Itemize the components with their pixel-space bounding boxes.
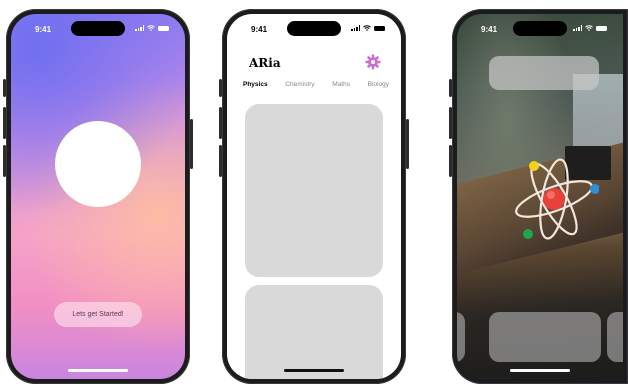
status-bar: 9:41 xyxy=(11,14,185,40)
volume-up-button xyxy=(3,107,6,139)
hero-circle xyxy=(55,121,141,207)
signal-icon xyxy=(351,25,360,31)
volume-down-button xyxy=(219,145,222,177)
status-bar: 9:41 xyxy=(227,14,401,40)
subject-tabs: Physics Chemistry Maths Biology xyxy=(243,81,389,88)
gear-icon[interactable] xyxy=(365,54,381,70)
volume-down-button xyxy=(449,145,452,177)
status-icons xyxy=(135,25,169,31)
onboarding-screen: 9:41 Lets get Started! xyxy=(11,14,185,379)
dynamic-island xyxy=(513,21,567,36)
ar-model-option[interactable] xyxy=(607,312,623,362)
home-indicator[interactable] xyxy=(510,369,570,372)
status-time: 9:41 xyxy=(481,25,498,34)
phone-onboarding: 9:41 Lets get Started! xyxy=(3,9,193,384)
tab-biology[interactable]: Biology xyxy=(368,81,389,88)
tab-chemistry[interactable]: Chemistry xyxy=(285,81,314,88)
tab-physics[interactable]: Physics xyxy=(243,81,268,88)
tab-maths[interactable]: Maths xyxy=(332,81,350,88)
battery-icon xyxy=(596,25,607,31)
phone-ar-view: 9:41 xyxy=(449,9,628,384)
signal-icon xyxy=(135,25,144,31)
status-icons xyxy=(351,25,385,31)
volume-down-button xyxy=(3,145,6,177)
dynamic-island xyxy=(287,21,341,36)
side-button xyxy=(449,79,452,97)
home-screen: 9:41 ARia Physics Chemistry Maths Biolog… xyxy=(227,14,401,379)
ar-info-panel[interactable] xyxy=(489,56,599,90)
wifi-icon xyxy=(585,25,593,31)
get-started-button[interactable]: Lets get Started! xyxy=(54,302,142,327)
volume-up-button xyxy=(449,107,452,139)
status-time: 9:41 xyxy=(35,25,52,34)
power-button xyxy=(190,119,193,169)
dynamic-island xyxy=(71,21,125,36)
power-button xyxy=(406,119,409,169)
home-indicator[interactable] xyxy=(68,369,128,372)
ar-model-option[interactable] xyxy=(489,312,601,362)
app-title: ARia xyxy=(249,56,281,70)
battery-icon xyxy=(374,25,385,31)
wifi-icon xyxy=(363,25,371,31)
volume-up-button xyxy=(219,107,222,139)
ar-model-option[interactable] xyxy=(457,312,465,362)
content-card[interactable] xyxy=(245,285,383,379)
battery-icon xyxy=(158,25,169,31)
wifi-icon xyxy=(147,25,155,31)
phone-home: 9:41 ARia Physics Chemistry Maths Biolog… xyxy=(219,9,409,384)
content-card[interactable] xyxy=(245,104,383,277)
signal-icon xyxy=(573,25,582,31)
side-button xyxy=(219,79,222,97)
status-time: 9:41 xyxy=(251,25,268,34)
status-icons xyxy=(573,25,607,31)
side-button xyxy=(3,79,6,97)
ar-camera-screen: 9:41 xyxy=(457,14,623,379)
home-indicator[interactable] xyxy=(284,369,344,372)
status-bar: 9:41 xyxy=(457,14,623,40)
atom-icon[interactable] xyxy=(509,154,599,244)
